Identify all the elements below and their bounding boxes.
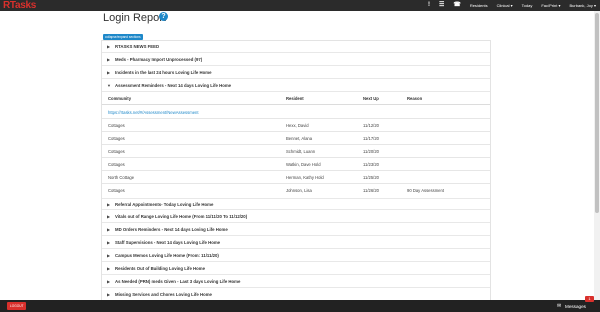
nav-user-menu[interactable]: Burbank, Joy ▾: [570, 0, 597, 11]
nav-today[interactable]: Today: [522, 0, 533, 11]
section-label: MD Orders Reminders - Next 14 days Lovin…: [115, 227, 228, 232]
chevron-right-icon: ▶: [107, 279, 111, 284]
section-label: RTASKS NEWS FEED: [115, 44, 160, 49]
chevron-right-icon: ▶: [107, 201, 111, 207]
section-header[interactable]: ▶ Staff Supervisions - Next 14 days Lovi…: [102, 237, 490, 249]
chevron-right-icon: ▶: [107, 70, 111, 75]
chevron-right-icon: ▶: [107, 266, 111, 271]
chevron-right-icon: ▶: [107, 292, 111, 297]
chevron-down-icon: ▾: [510, 3, 513, 8]
column-header: Resident: [286, 96, 304, 101]
exclamation-icon[interactable]: !: [428, 0, 430, 11]
scrollbar-thumb[interactable]: [595, 13, 599, 213]
nav-clinical[interactable]: Clinical ▾: [497, 0, 513, 11]
section-header[interactable]: ▶ As Needed (PRN) meds Given - Last 3 da…: [102, 276, 490, 288]
logout-button[interactable]: LOGOUT: [7, 302, 27, 310]
table-row: Cottages Hexx, David 11/12/20: [102, 118, 490, 131]
column-header: Next Up: [363, 96, 379, 101]
column-header: Community: [108, 96, 132, 101]
list-icon[interactable]: ☰: [439, 0, 444, 11]
section-label: Vitals out of Range Loving Life Home (Fr…: [115, 214, 248, 219]
section-label: Missing Services and Chores Loving Life …: [115, 292, 212, 297]
table-row: Cottages Johnson, Lisa 11/26/20 90 Day A…: [102, 183, 490, 196]
section-header[interactable]: ▶ Incidents in the last 24 hours Loving …: [102, 67, 490, 79]
app-logo[interactable]: RTasks: [3, 0, 36, 11]
section-header[interactable]: ▶ Referral Appointments- Today Loving Li…: [102, 198, 490, 210]
chevron-right-icon: ▶: [107, 57, 111, 62]
section-label: As Needed (PRN) meds Given - Last 3 days…: [115, 279, 241, 284]
section-header[interactable]: ▶ RTASKS NEWS FEED: [102, 41, 490, 53]
section-label: Assessment Reminders - Next 14 days Lovi…: [115, 83, 232, 88]
messages-button[interactable]: Messages: [565, 303, 586, 310]
page-scrollbar[interactable]: [594, 11, 600, 300]
table-cell: 90 Day Assessment: [407, 188, 445, 193]
chat-icon[interactable]: ✉: [557, 303, 561, 310]
table-row: Cottages Watkin, Dave Hold 11/23/20: [102, 157, 490, 170]
phone-icon[interactable]: ☎: [453, 0, 460, 11]
top-nav-bar: RTasks ! ☰ ☎ Residents Clinical ▾ Today …: [0, 0, 600, 11]
section-header[interactable]: ▶ Campus Memos Loving Life Home (From: 1…: [102, 250, 490, 262]
chevron-down-icon: ▼: [107, 83, 111, 88]
bottom-bar: [0, 300, 600, 312]
chevron-down-icon: ▾: [558, 3, 561, 8]
table-cell: Cottages: [108, 188, 125, 193]
section-header[interactable]: ▶ Vitals out of Range Loving Life Home (…: [102, 211, 490, 223]
top-nav-items: ! ☰ ☎ Residents Clinical ▾ Today Fac/Pri…: [428, 0, 596, 11]
section-header-expanded[interactable]: ▼ Assessment Reminders - Next 14 days Lo…: [102, 80, 490, 92]
section-label: Campus Memos Loving Life Home (From: 11/…: [115, 253, 219, 258]
table-row: Cottages Schmidt, Luann 11/20/20: [102, 144, 490, 157]
help-icon[interactable]: ?: [159, 12, 168, 21]
new-assessment-link[interactable]: https://rtasks.net/#/Assessment/NewAsses…: [108, 110, 199, 115]
messages-count-badge: 1: [585, 296, 594, 302]
section-header[interactable]: ▶ MD Orders Reminders - Next 14 days Lov…: [102, 224, 490, 236]
chevron-right-icon: ▶: [107, 227, 111, 232]
nav-fac-print[interactable]: Fac/Print ▾: [541, 0, 560, 11]
table-cell: 11/26/20: [363, 188, 379, 193]
section-label: Referral Appointments- Today Loving Life…: [115, 201, 214, 207]
table-header: Community Resident Next Up Reason: [102, 93, 490, 105]
table-cell: Johnson, Lisa: [286, 188, 312, 193]
page-title: Login Report: [103, 12, 166, 24]
section-label: Residents Out of Building Loving Life Ho…: [115, 266, 205, 271]
section-label: Meds - Pharmacy Import Unprocessed (97): [115, 57, 203, 62]
chevron-right-icon: ▶: [107, 253, 111, 258]
table-row: North Cottage Herman, Kathy Hold 11/25/2…: [102, 170, 490, 183]
section-label: Staff Supervisions - Next 14 days Loving…: [115, 240, 221, 245]
column-header: Reason: [407, 96, 423, 101]
table-row: Cottages Bennet, Alana 11/17/20: [102, 131, 490, 144]
chevron-right-icon: ▶: [107, 240, 111, 245]
section-label: Incidents in the last 24 hours Loving Li…: [115, 70, 212, 75]
section-header[interactable]: ▶ Meds - Pharmacy Import Unprocessed (97…: [102, 54, 490, 66]
nav-residents[interactable]: Residents: [470, 0, 488, 11]
report-panel: ▶ RTASKS NEWS FEED ▶ Meds - Pharmacy Imp…: [101, 40, 491, 302]
section-header[interactable]: ▶ Residents Out of Building Loving Life …: [102, 263, 490, 275]
chevron-right-icon: ▶: [107, 214, 111, 219]
chevron-down-icon: ▾: [593, 3, 596, 8]
chevron-right-icon: ▶: [107, 44, 111, 49]
